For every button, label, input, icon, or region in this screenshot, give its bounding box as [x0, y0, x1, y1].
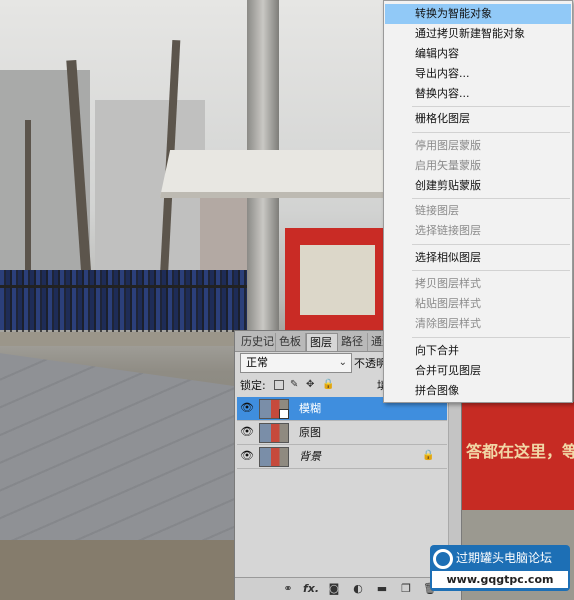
menu-separator: [412, 198, 570, 199]
curb: [0, 332, 240, 346]
kiosk-board: [300, 245, 375, 315]
menu-item-disable-layer-mask: 停用图层蒙版: [415, 139, 481, 152]
watermark-url: www.gqgtpc.com: [432, 571, 568, 588]
lock-icon: 🔒: [422, 450, 435, 461]
blend-mode-value: 正常: [246, 356, 268, 369]
menu-item-replace-contents[interactable]: 替换内容...: [385, 84, 571, 104]
menu-item-copy-layer-style: 拷贝图层样式: [415, 277, 481, 290]
link-icon[interactable]: ⚭: [281, 582, 295, 596]
menu-item-select-similar-layers[interactable]: 选择相似图层: [385, 248, 571, 268]
red-sign-text: 答都在这里，等: [466, 442, 574, 461]
layer-thumbnail: [259, 447, 289, 467]
eye-icon[interactable]: 👁: [240, 450, 254, 462]
lock-label: 锁定:: [240, 379, 266, 392]
background-building: [200, 190, 250, 270]
tab-paths[interactable]: 路径: [338, 333, 368, 351]
watermark-title: 过期罐头电脑论坛: [456, 551, 553, 565]
panel-bottom-bar: ⚭ fx. ◙ ◐ ▬ ❐ 🗑: [235, 577, 461, 600]
tab-layers[interactable]: 图层: [306, 333, 338, 351]
move-icon[interactable]: ✥: [306, 380, 316, 390]
chevron-down-icon: ⌄: [338, 357, 347, 368]
layer-name: 原图: [299, 426, 321, 439]
layer-list: 👁 模糊 👁 原图 👁 背景 🔒: [237, 397, 447, 597]
menu-item-edit-contents[interactable]: 编辑内容: [385, 44, 571, 64]
menu-separator: [412, 270, 570, 271]
menu-separator: [412, 132, 570, 133]
layer-row-background[interactable]: 👁 背景 🔒: [237, 445, 447, 469]
lock-transparent-icon[interactable]: [274, 380, 284, 390]
layer-thumbnail: [259, 399, 289, 419]
bus-stop-canopy: [159, 150, 401, 198]
menu-item-select-linked-layers: 选择链接图层: [415, 224, 481, 237]
menu-item-rasterize-layer[interactable]: 栅格化图层: [385, 109, 571, 129]
folder-icon[interactable]: ▬: [375, 582, 389, 596]
railing-bar: [0, 285, 260, 288]
blend-mode-select[interactable]: 正常 ⌄: [240, 353, 352, 373]
menu-item-clear-layer-style: 清除图层样式: [415, 317, 481, 330]
eye-icon[interactable]: 👁: [240, 426, 254, 438]
smart-object-badge-icon: [279, 409, 289, 419]
eye-icon[interactable]: 👁: [240, 402, 254, 414]
menu-item-merge-down[interactable]: 向下合并: [385, 341, 571, 361]
layer-row-original[interactable]: 👁 原图: [237, 421, 447, 445]
menu-item-new-smart-object-via-copy[interactable]: 通过拷贝新建智能对象: [385, 24, 571, 44]
menu-item-enable-vector-mask: 启用矢量蒙版: [415, 159, 481, 172]
tab-history[interactable]: 历史记: [238, 333, 276, 351]
menu-item-flatten-image[interactable]: 拼合图像: [385, 381, 571, 401]
menu-item-create-clipping-mask[interactable]: 创建剪贴蒙版: [385, 176, 571, 196]
logo-ring-icon: [433, 549, 453, 569]
menu-item-export-contents[interactable]: 导出内容...: [385, 64, 571, 84]
menu-separator: [412, 244, 570, 245]
layer-thumbnail: [259, 423, 289, 443]
new-layer-icon[interactable]: ❐: [399, 582, 413, 596]
menu-separator: [412, 337, 570, 338]
brush-icon[interactable]: ✎: [290, 380, 300, 390]
menu-item-merge-visible[interactable]: 合并可见图层: [385, 361, 571, 381]
menu-item-paste-layer-style: 粘贴图层样式: [415, 297, 481, 310]
menu-separator: [412, 106, 570, 107]
adjustment-icon[interactable]: ◐: [351, 582, 365, 596]
ground: [0, 540, 240, 600]
menu-item-link-layers: 链接图层: [415, 204, 459, 217]
layer-name: 模糊: [299, 402, 321, 415]
tab-swatches[interactable]: 色板: [276, 333, 306, 351]
fx-icon[interactable]: fx.: [303, 582, 319, 596]
mask-icon[interactable]: ◙: [327, 582, 341, 596]
lock-icon[interactable]: 🔒: [322, 380, 334, 390]
forum-watermark: 过期罐头电脑论坛 www.gqgtpc.com: [430, 545, 570, 591]
layer-context-menu: 转换为智能对象 通过拷贝新建智能对象 编辑内容 导出内容... 替换内容... …: [383, 0, 573, 403]
iron-railing: [0, 270, 260, 340]
layer-name: 背景: [299, 450, 321, 463]
menu-item-convert-to-smart-object[interactable]: 转换为智能对象: [385, 4, 571, 24]
